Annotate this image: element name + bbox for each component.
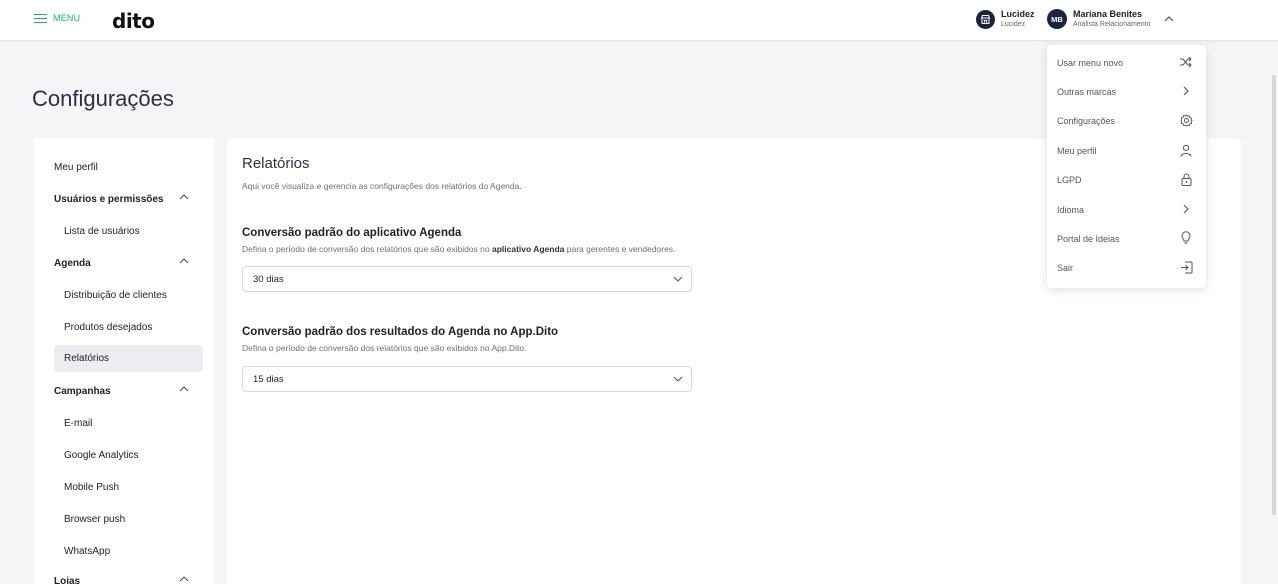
menu-item-lgpd[interactable]: LGPD: [1047, 165, 1206, 194]
menu-item-configuracoes[interactable]: Configurações: [1047, 106, 1206, 135]
top-bar: MENU dito Lucidez Lucidez MB Mariana Ben…: [0, 0, 1278, 41]
sidebar-item-label: Produtos desejados: [64, 321, 153, 333]
section-title: Relatórios: [242, 155, 310, 172]
sidebar-item-meu-perfil[interactable]: Meu perfil: [34, 154, 214, 180]
menu-item-label: Portal de Ideias: [1057, 233, 1120, 244]
appdito-conversion-select[interactable]: 15 dias: [242, 366, 692, 392]
sidebar-item-label: Relatórios: [64, 353, 110, 364]
menu-item-label: Sair: [1057, 262, 1074, 273]
sidebar-item-label: Agenda: [54, 257, 91, 269]
sidebar-item-relatorios[interactable]: Relatórios: [54, 345, 203, 372]
sidebar-item-google-analytics[interactable]: Google Analytics: [34, 442, 214, 468]
chevron-down-icon: [673, 276, 683, 282]
lightbulb-icon: [1179, 231, 1193, 245]
menu-item-usar-menu-novo[interactable]: Usar menu novo: [1047, 48, 1206, 77]
sidebar-item-produtos[interactable]: Produtos desejados: [34, 314, 214, 340]
sidebar-item-label: Usuários e permissões: [54, 193, 164, 205]
menu-item-sair[interactable]: Sair: [1047, 253, 1206, 282]
agenda-conversion-description: Defina o período de conversão dos relató…: [242, 244, 676, 254]
select-value: 15 dias: [253, 374, 284, 385]
user-name: Mariana Benites: [1073, 9, 1143, 19]
user-icon: [1179, 143, 1193, 157]
user-dropdown-menu: Usar menu novo Outras marcas Configuraçõ…: [1047, 45, 1206, 288]
sidebar-item-email[interactable]: E-mail: [34, 410, 214, 436]
chevron-down-icon: [673, 376, 683, 382]
lock-icon: [1179, 172, 1193, 186]
menu-item-label: LGPD: [1057, 174, 1082, 185]
menu-item-label: Usar menu novo: [1057, 57, 1124, 68]
chevron-right-icon: [1179, 84, 1193, 98]
sidebar-item-browser-push[interactable]: Browser push: [34, 506, 214, 532]
menu-item-portal-ideias[interactable]: Portal de Ideias: [1047, 224, 1206, 253]
user-menu-toggle[interactable]: MB Mariana Benites Analista Relacionamen…: [1047, 9, 1174, 29]
sidebar-group-campanhas[interactable]: Campanhas: [34, 378, 214, 404]
appdito-conversion-description: Defina o período de conversão dos relató…: [242, 343, 527, 353]
chevron-right-icon: [1179, 202, 1193, 216]
sidebar-group-lojas[interactable]: Lojas: [34, 568, 214, 584]
section-description: Aqui você visualiza e gerencia as config…: [242, 181, 522, 191]
agenda-conversion-title: Conversão padrão do aplicativo Agenda: [242, 227, 462, 239]
sidebar-item-label: Google Analytics: [64, 449, 139, 461]
chevron-up-icon: [179, 194, 189, 200]
gear-icon: [1179, 113, 1193, 127]
menu-button[interactable]: MENU: [34, 13, 81, 24]
sidebar-item-mobile-push[interactable]: Mobile Push: [34, 474, 214, 500]
appdito-conversion-title: Conversão padrão dos resultados do Agend…: [242, 326, 559, 338]
menu-item-idioma[interactable]: Idioma: [1047, 195, 1206, 224]
store-icon: [976, 9, 995, 29]
dito-logo[interactable]: dito: [112, 9, 155, 33]
chevron-up-icon: [179, 576, 189, 582]
sidebar-item-distribuicao[interactable]: Distribuição de clientes: [34, 282, 214, 308]
sidebar-item-label: Lojas: [54, 575, 81, 584]
menu-item-label: Idioma: [1057, 204, 1085, 215]
sidebar-item-label: Browser push: [64, 513, 126, 525]
sidebar-item-lista-usuarios[interactable]: Lista de usuários: [34, 218, 214, 244]
sidebar-item-label: Meu perfil: [54, 161, 98, 173]
hamburger-icon: [34, 13, 47, 24]
menu-item-meu-perfil[interactable]: Meu perfil: [1047, 136, 1206, 165]
sidebar-group-agenda[interactable]: Agenda: [34, 250, 214, 276]
page-title: Configurações: [32, 86, 174, 111]
chevron-up-icon: [179, 258, 189, 264]
sidebar-group-usuarios[interactable]: Usuários e permissões: [34, 186, 214, 212]
sidebar-item-label: WhatsApp: [64, 545, 111, 557]
brand-name: Lucidez: [1001, 9, 1035, 19]
settings-sidebar: Meu perfil Usuários e permissões Lista d…: [34, 138, 214, 584]
sidebar-item-label: Distribuição de clientes: [64, 289, 167, 301]
select-value: 30 dias: [253, 274, 284, 285]
sidebar-item-label: Mobile Push: [64, 481, 120, 493]
menu-label: MENU: [53, 13, 81, 23]
menu-item-label: Meu perfil: [1057, 145, 1097, 156]
chevron-up-icon: [179, 386, 189, 392]
shuffle-icon: [1179, 55, 1193, 69]
menu-item-label: Configurações: [1057, 115, 1116, 126]
agenda-conversion-select[interactable]: 30 dias: [242, 266, 692, 292]
menu-item-label: Outras marcas: [1057, 86, 1117, 97]
brand-selector[interactable]: Lucidez Lucidez: [976, 9, 1035, 29]
logout-icon: [1179, 260, 1193, 274]
chevron-up-icon: [1164, 16, 1174, 22]
sidebar-item-label: Campanhas: [54, 385, 111, 397]
user-role: Analista Relacionamento: [1073, 21, 1151, 28]
sidebar-item-whatsapp[interactable]: WhatsApp: [34, 538, 214, 564]
page-scrollbar[interactable]: [1272, 75, 1276, 515]
sidebar-item-label: E-mail: [64, 417, 93, 429]
brand-sub: Lucidez: [1001, 21, 1026, 28]
sidebar-item-label: Lista de usuários: [64, 225, 140, 237]
menu-item-outras-marcas[interactable]: Outras marcas: [1047, 77, 1206, 106]
avatar: MB: [1047, 9, 1067, 29]
